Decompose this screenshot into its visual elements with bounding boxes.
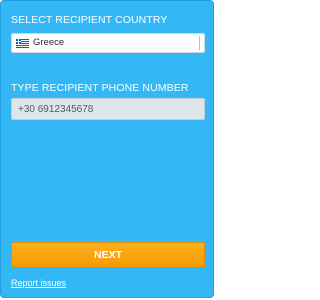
greece-flag-icon [16,39,29,48]
report-issues-link[interactable]: Report issues [11,278,66,288]
next-button[interactable]: NEXT [11,242,205,268]
recipient-form-panel: SELECT RECIPIENT COUNTRY Greece TYPE REC… [0,0,214,298]
select-edge-divider [199,36,200,50]
phone-section-label: TYPE RECIPIENT PHONE NUMBER [11,82,189,94]
selected-country: Greece [33,37,65,48]
country-select[interactable]: Greece [11,33,205,53]
country-section-label: SELECT RECIPIENT COUNTRY [11,14,168,26]
phone-number-input[interactable] [11,98,205,120]
